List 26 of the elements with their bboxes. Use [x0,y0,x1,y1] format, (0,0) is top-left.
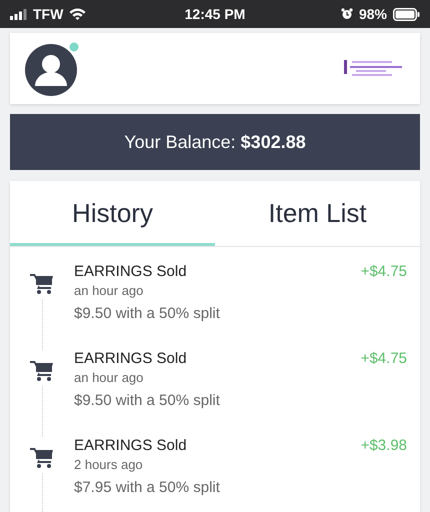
sale-time: 2 hours ago [74,457,144,472]
avatar-icon[interactable] [24,40,80,96]
sale-detail: $9.50 with a 50% split [74,305,221,322]
battery-percent: 98% [358,6,387,22]
sale-amount: +$4.75 [360,263,407,280]
wifi-icon [69,8,86,20]
battery-icon [392,8,420,20]
balance-text: Your Balance: $302.88 [124,132,306,152]
sale-detail: $9.50 with a 50% split [74,392,221,409]
tab[interactable]: History [10,181,215,246]
clock-time: 12:45 PM [184,6,246,22]
carrier-name: TFW [33,6,64,22]
signal-icon [10,8,27,20]
alarm-icon [340,8,353,20]
sale-title: EARRINGS Sold [74,350,187,367]
tab[interactable]: Item List [215,181,420,246]
sale-amount: +$4.75 [360,350,407,367]
cart-icon [30,360,54,382]
sale-title: EARRINGS Sold [74,263,187,280]
sale-detail: $7.95 with a 50% split [74,479,221,496]
sale-time: an hour ago [74,370,144,385]
cart-icon [30,447,54,469]
cart-icon [30,273,54,295]
sale-title: EARRINGS Sold [74,437,187,454]
sale-time: an hour ago [74,283,144,298]
sale-amount: +$3.98 [360,437,407,454]
